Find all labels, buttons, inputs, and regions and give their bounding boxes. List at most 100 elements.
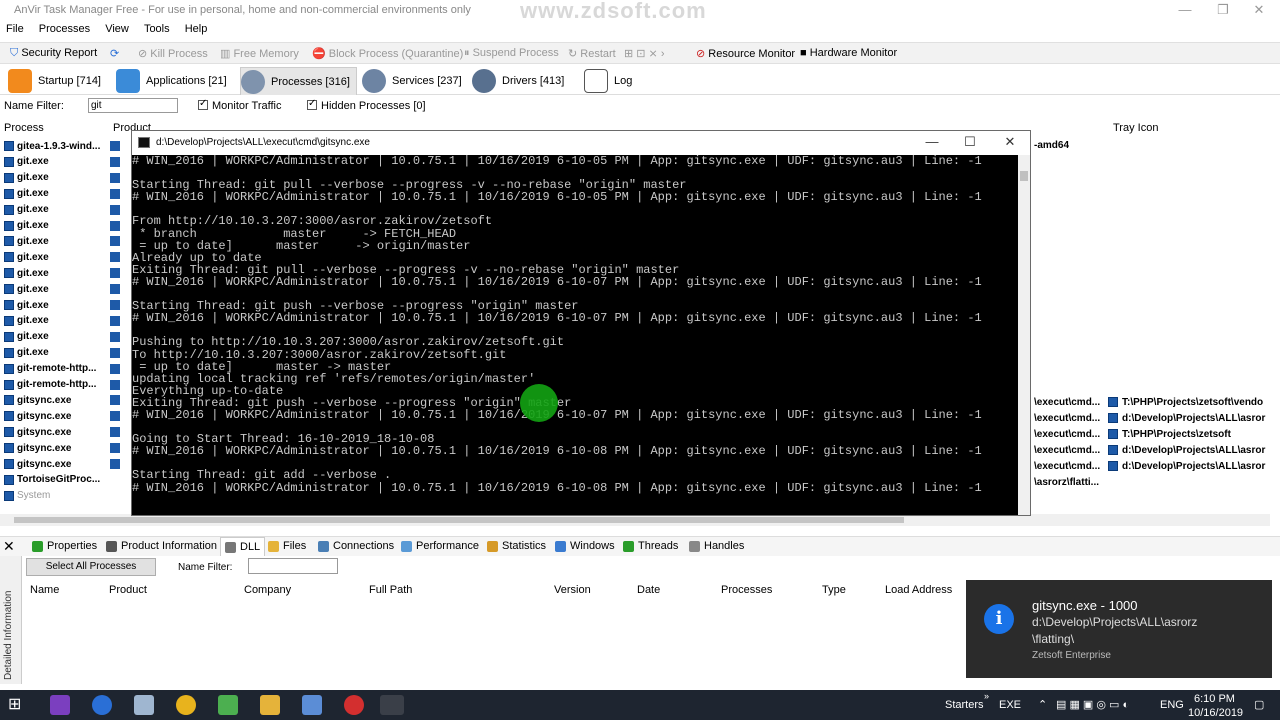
refresh-icon[interactable]: ⟳ — [110, 47, 119, 60]
extra-tools-icon[interactable]: ⊞ ⊡ ⨯ › — [624, 47, 664, 60]
console-window[interactable]: d:\Develop\Projects\ALL\execut\cmd\gitsy… — [131, 130, 1031, 516]
console-scrollbar[interactable] — [1018, 155, 1030, 515]
process-row[interactable]: gitsync.exe — [4, 440, 71, 456]
clock-time[interactable]: 6:10 PM — [1194, 693, 1235, 705]
process-row[interactable]: TortoiseGitProc... — [4, 472, 100, 488]
menu-tools[interactable]: Tools — [138, 20, 176, 38]
process-row[interactable]: gitsync.exe — [4, 456, 71, 472]
tab-log[interactable]: Log — [584, 67, 632, 95]
column-processes[interactable]: Processes — [721, 584, 772, 596]
close-detail-icon[interactable]: ✕ — [3, 538, 15, 555]
process-row[interactable]: git.exe — [4, 233, 49, 249]
tab-dll[interactable]: DLL — [220, 537, 266, 557]
notepad-icon[interactable] — [218, 695, 238, 715]
close-icon[interactable]: ✕ — [1244, 2, 1274, 18]
column-company[interactable]: Company — [244, 584, 291, 596]
menu-view[interactable]: View — [99, 20, 135, 38]
console-taskbar-icon[interactable] — [380, 695, 404, 715]
tab-files[interactable]: Files — [268, 540, 306, 552]
tab-product-information[interactable]: Product Information — [106, 540, 217, 552]
column-type[interactable]: Type — [822, 584, 846, 596]
column-version[interactable]: Version — [554, 584, 591, 596]
tab-properties[interactable]: Properties — [32, 540, 97, 552]
drive-icon[interactable] — [134, 695, 154, 715]
restart-button[interactable]: ↻ Restart — [568, 47, 616, 60]
clock-date[interactable]: 10/16/2019 — [1188, 707, 1243, 719]
process-row[interactable]: git.exe — [4, 297, 49, 313]
console-title-bar[interactable]: d:\Develop\Projects\ALL\execut\cmd\gitsy… — [132, 131, 1030, 155]
column-dll-product[interactable]: Product — [109, 584, 147, 596]
detail-sidebar[interactable]: Detailed Information — [0, 556, 22, 684]
block-process-button[interactable]: ⛔ Block Process (Quarantine) — [312, 47, 463, 60]
tray-icons[interactable]: ▤ ▦ ▣ ◎ ▭ ◐ — [1056, 698, 1129, 711]
resource-monitor-button[interactable]: ⊘ Resource Monitor — [696, 47, 795, 60]
tab-performance[interactable]: Performance — [401, 540, 479, 552]
tab-statistics[interactable]: Statistics — [487, 540, 546, 552]
console-close-icon[interactable]: ✕ — [992, 134, 1028, 150]
tab-threads[interactable]: Threads — [623, 540, 678, 552]
menu-file[interactable]: File — [0, 20, 30, 38]
menu-processes[interactable]: Processes — [33, 20, 96, 38]
process-row[interactable]: System — [4, 488, 50, 504]
process-row[interactable]: git.exe — [4, 281, 49, 297]
process-row[interactable]: git.exe — [4, 249, 49, 265]
process-row[interactable]: gitsync.exe — [4, 392, 71, 408]
console-maximize-icon[interactable]: ☐ — [952, 134, 988, 150]
plus-app-icon[interactable] — [344, 695, 364, 715]
select-all-processes-button[interactable]: Select All Processes — [26, 558, 156, 576]
folder-icon[interactable] — [260, 695, 280, 715]
suspend-process-button[interactable]: ⏸ Suspend Process — [464, 47, 559, 60]
tab-handles[interactable]: Handles — [689, 540, 744, 552]
tab-drivers[interactable]: Drivers [413] — [472, 67, 564, 95]
tab-windows[interactable]: Windows — [555, 540, 615, 552]
free-memory-button[interactable]: ▥ Free Memory — [220, 47, 299, 60]
notification-toast[interactable]: i gitsync.exe - 1000 d:\Develop\Projects… — [966, 580, 1272, 678]
process-row[interactable]: git.exe — [4, 329, 49, 345]
column-tray-icon[interactable]: Tray Icon — [1113, 122, 1158, 134]
process-row[interactable]: git.exe — [4, 202, 49, 218]
security-report-button[interactable]: ⛉ Security Report — [10, 47, 97, 60]
maximize-icon[interactable]: ❐ — [1208, 2, 1238, 18]
windows-start-icon[interactable]: ⊞ — [8, 694, 28, 714]
name-filter-input[interactable] — [88, 98, 178, 113]
notification-icon[interactable]: ▢ — [1254, 698, 1264, 711]
starters-label[interactable]: Starters — [945, 699, 984, 711]
chrome-icon[interactable] — [176, 695, 196, 715]
language-indicator[interactable]: ENG — [1160, 699, 1184, 711]
right-scrollbar[interactable] — [1270, 118, 1280, 528]
tab-processes[interactable]: Processes [316] — [240, 67, 357, 95]
process-row[interactable]: git.exe — [4, 313, 49, 329]
process-row[interactable]: git-remote-http... — [4, 377, 96, 393]
column-date[interactable]: Date — [637, 584, 660, 596]
menu-help[interactable]: Help — [179, 20, 214, 38]
tab-startup[interactable]: Startup [714] — [8, 67, 101, 95]
tab-connections[interactable]: Connections — [318, 540, 394, 552]
dll-name-filter-input[interactable] — [248, 558, 338, 574]
kill-process-button[interactable]: ⊘ Kill Process — [138, 47, 208, 60]
exe-label[interactable]: EXE — [999, 699, 1021, 711]
scroll-thumb[interactable] — [14, 517, 904, 523]
process-row[interactable]: gitsync.exe — [4, 408, 71, 424]
process-row[interactable]: git.exe — [4, 154, 49, 170]
hidden-processes-checkbox[interactable]: Hidden Processes [0] — [307, 98, 426, 112]
tray-arrow-icon[interactable]: ⌃ — [1038, 698, 1047, 711]
column-name[interactable]: Name — [30, 584, 59, 596]
tab-services[interactable]: Services [237] — [362, 67, 462, 95]
column-load-address[interactable]: Load Address — [885, 584, 952, 596]
tab-applications[interactable]: Applications [21] — [116, 67, 227, 95]
console-minimize-icon[interactable]: — — [914, 134, 950, 149]
process-row[interactable]: gitsync.exe — [4, 424, 71, 440]
process-row[interactable]: git-remote-http... — [4, 361, 96, 377]
globe-icon[interactable] — [92, 695, 112, 715]
column-process[interactable]: Process — [4, 122, 44, 134]
column-full-path[interactable]: Full Path — [369, 584, 412, 596]
phpstorm-icon[interactable] — [50, 695, 70, 715]
process-row[interactable]: git.exe — [4, 170, 49, 186]
process-row[interactable]: git.exe — [4, 265, 49, 281]
tool-icon[interactable] — [302, 695, 322, 715]
process-row[interactable]: git.exe — [4, 218, 49, 234]
monitor-traffic-checkbox[interactable]: Monitor Traffic — [198, 98, 282, 112]
process-row[interactable]: gitea-1.9.3-wind... — [4, 138, 100, 154]
hardware-monitor-button[interactable]: ■ Hardware Monitor — [800, 47, 897, 59]
process-row[interactable]: git.exe — [4, 345, 49, 361]
